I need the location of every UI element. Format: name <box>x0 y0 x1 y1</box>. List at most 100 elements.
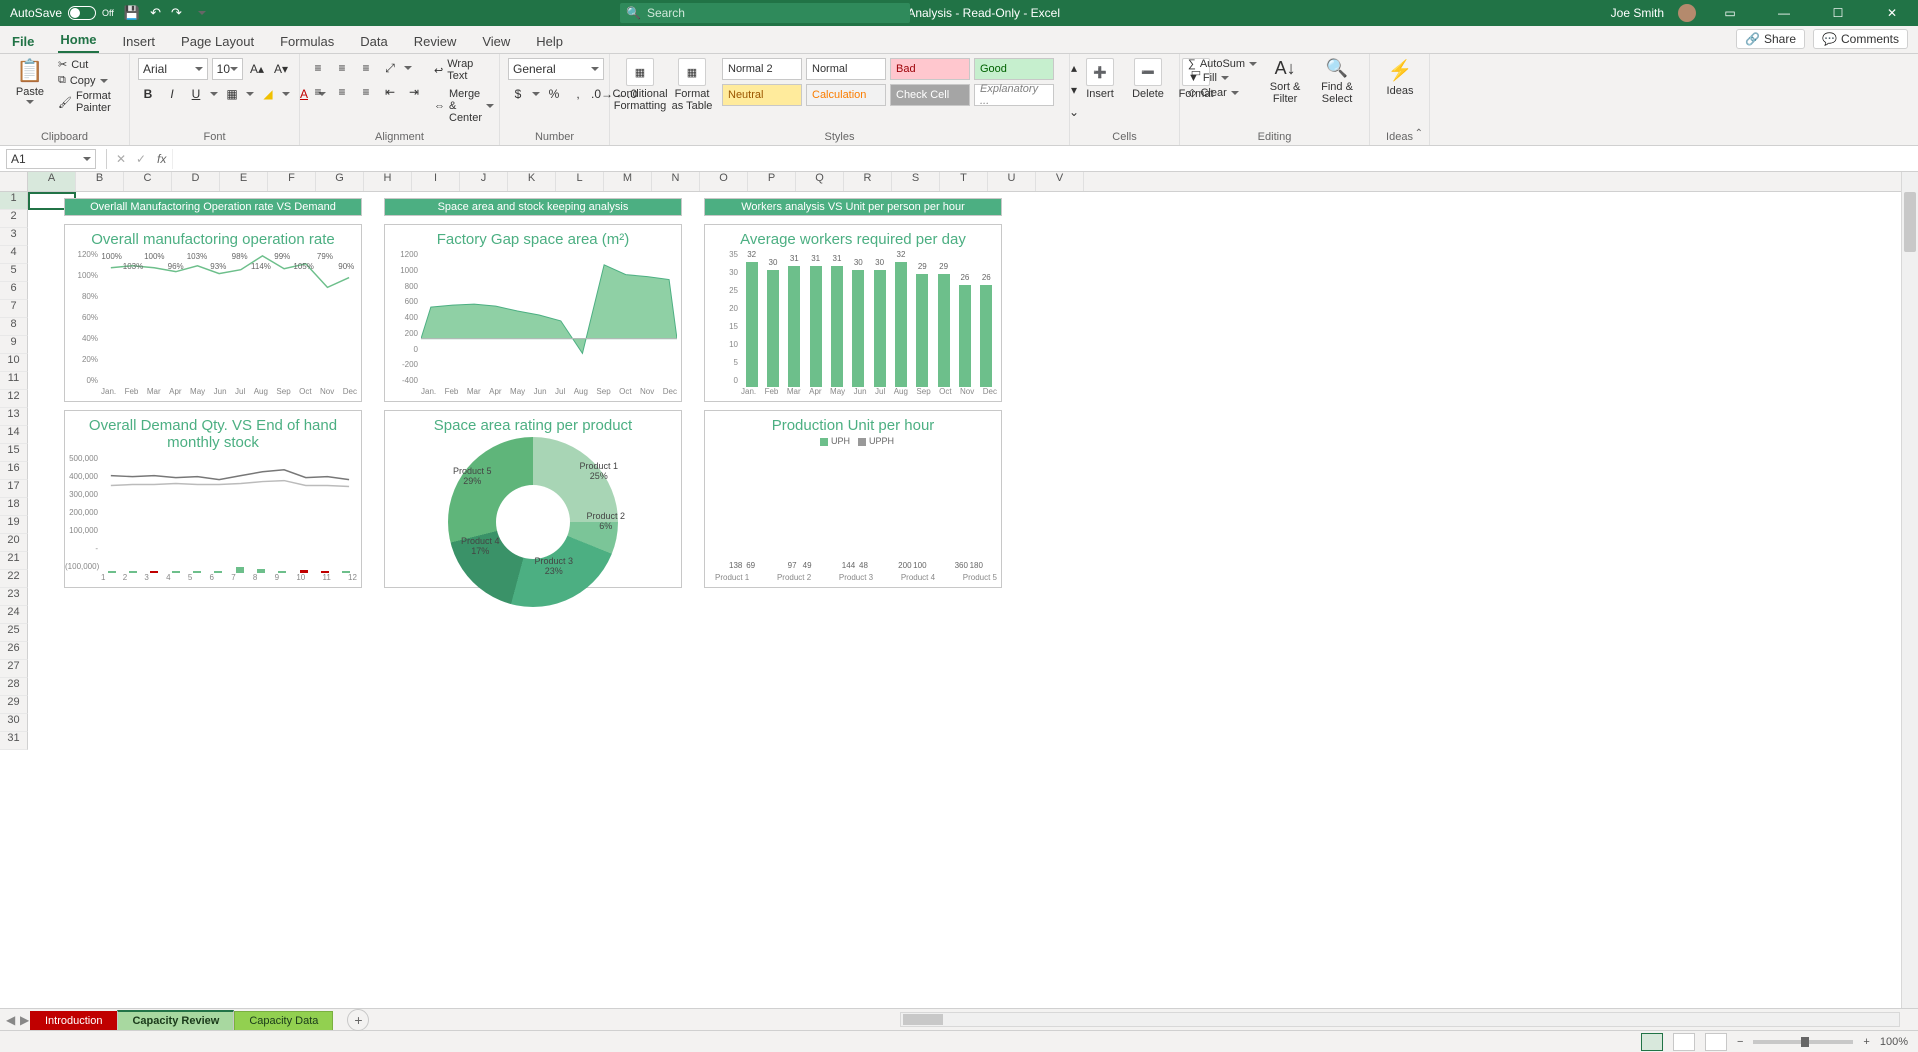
horizontal-scrollbar[interactable] <box>900 1012 1900 1027</box>
increase-decimal-button[interactable]: .0→ <box>592 84 612 104</box>
row-header[interactable]: 12 <box>0 390 28 408</box>
row-header[interactable]: 15 <box>0 444 28 462</box>
vertical-scrollbar[interactable] <box>1901 172 1918 1008</box>
percent-button[interactable]: % <box>544 84 564 104</box>
row-header[interactable]: 24 <box>0 606 28 624</box>
cut-button[interactable]: ✂ Cut <box>58 58 121 71</box>
row-header[interactable]: 21 <box>0 552 28 570</box>
tab-help[interactable]: Help <box>534 30 565 53</box>
tab-insert[interactable]: Insert <box>121 30 158 53</box>
row-header[interactable]: 22 <box>0 570 28 588</box>
column-header[interactable]: M <box>604 172 652 191</box>
column-header[interactable]: J <box>460 172 508 191</box>
row-header[interactable]: 18 <box>0 498 28 516</box>
insert-cells-button[interactable]: ➕Insert <box>1078 58 1122 100</box>
undo-icon[interactable]: ↶ <box>150 5 161 21</box>
normal-view-button[interactable] <box>1641 1033 1663 1051</box>
tab-data[interactable]: Data <box>358 30 389 53</box>
delete-cells-button[interactable]: ➖Delete <box>1126 58 1170 100</box>
column-header[interactable]: V <box>1036 172 1084 191</box>
row-header[interactable]: 13 <box>0 408 28 426</box>
style-checkcell[interactable]: Check Cell <box>890 84 970 106</box>
account-name[interactable]: Joe Smith <box>1611 6 1664 20</box>
row-header[interactable]: 6 <box>0 282 28 300</box>
row-header[interactable]: 30 <box>0 714 28 732</box>
row-header[interactable]: 3 <box>0 228 28 246</box>
column-header[interactable]: S <box>892 172 940 191</box>
chart-demand-eoh[interactable]: Overall Demand Qty. VS End of hand month… <box>64 410 362 588</box>
style-bad[interactable]: Bad <box>890 58 970 80</box>
column-header[interactable]: R <box>844 172 892 191</box>
column-header[interactable]: U <box>988 172 1036 191</box>
customize-qat-icon[interactable] <box>192 3 212 23</box>
zoom-in-button[interactable]: + <box>1863 1036 1869 1048</box>
column-header[interactable]: B <box>76 172 124 191</box>
select-all-corner[interactable] <box>0 172 28 191</box>
row-header[interactable]: 29 <box>0 696 28 714</box>
chevron-down-icon[interactable] <box>210 92 218 96</box>
chevron-down-icon[interactable] <box>282 92 290 96</box>
shrink-font-button[interactable]: A▾ <box>271 59 291 79</box>
sheet-tab-capacity-data[interactable]: Capacity Data <box>234 1011 333 1030</box>
tab-review[interactable]: Review <box>412 30 459 53</box>
wrap-text-button[interactable]: ↩ Wrap Text <box>434 58 494 82</box>
close-icon[interactable]: ✕ <box>1872 0 1912 26</box>
new-sheet-button[interactable]: + <box>347 1009 369 1031</box>
maximize-icon[interactable]: ☐ <box>1818 0 1858 26</box>
sort-filter-button[interactable]: A↓Sort & Filter <box>1263 58 1307 105</box>
sheet-tab-introduction[interactable]: Introduction <box>30 1011 117 1030</box>
chevron-down-icon[interactable] <box>404 66 412 70</box>
minimize-icon[interactable]: — <box>1764 0 1804 26</box>
column-header[interactable]: O <box>700 172 748 191</box>
column-header[interactable]: C <box>124 172 172 191</box>
merge-center-button[interactable]: ⇔ Merge & Center <box>434 88 494 124</box>
orientation-button[interactable]: ⤢ <box>380 58 400 78</box>
page-break-view-button[interactable] <box>1705 1033 1727 1051</box>
paste-button[interactable]: 📋 Paste <box>8 58 52 104</box>
copy-button[interactable]: ⧉ Copy <box>58 74 121 87</box>
row-header[interactable]: 31 <box>0 732 28 750</box>
style-calculation[interactable]: Calculation <box>806 84 886 106</box>
ideas-button[interactable]: ⚡Ideas <box>1378 58 1422 97</box>
chart-space-rating[interactable]: Space area rating per product Product 12… <box>384 410 682 588</box>
align-middle-button[interactable]: ≡ <box>332 58 352 78</box>
chart-workers[interactable]: Average workers required per day 3530252… <box>704 224 1002 402</box>
row-header[interactable]: 23 <box>0 588 28 606</box>
column-header[interactable]: F <box>268 172 316 191</box>
column-header[interactable]: G <box>316 172 364 191</box>
cancel-formula-icon[interactable]: ✕ <box>111 149 131 169</box>
style-explanatory[interactable]: Explanatory ... <box>974 84 1054 106</box>
row-header[interactable]: 9 <box>0 336 28 354</box>
worksheet-grid[interactable]: ABCDEFGHIJKLMNOPQRSTUV 12345678910111213… <box>0 172 1918 1008</box>
fill-button[interactable]: ▼ Fill <box>1188 72 1257 84</box>
ribbon-display-icon[interactable]: ▭ <box>1710 0 1750 26</box>
number-format-combo[interactable]: General <box>508 58 604 80</box>
currency-button[interactable]: $ <box>508 84 528 104</box>
font-name-combo[interactable]: Arial <box>138 58 208 80</box>
collapse-ribbon-icon[interactable]: ⌃ <box>1415 128 1423 139</box>
find-select-button[interactable]: 🔍Find & Select <box>1313 58 1361 105</box>
chart-uph[interactable]: Production Unit per hour UPHUPPH 1386997… <box>704 410 1002 588</box>
row-header[interactable]: 19 <box>0 516 28 534</box>
row-header[interactable]: 8 <box>0 318 28 336</box>
row-header[interactable]: 4 <box>0 246 28 264</box>
row-header[interactable]: 2 <box>0 210 28 228</box>
row-header[interactable]: 28 <box>0 678 28 696</box>
style-normal2[interactable]: Normal 2 <box>722 58 802 80</box>
tab-home[interactable]: Home <box>58 28 98 53</box>
format-painter-button[interactable]: 🖌 Format Painter <box>58 90 121 114</box>
column-header[interactable]: Q <box>796 172 844 191</box>
autosave-toggle[interactable]: AutoSave Off <box>10 6 114 20</box>
avatar[interactable] <box>1678 4 1696 22</box>
fx-icon[interactable]: fx <box>151 152 172 166</box>
grow-font-button[interactable]: A▴ <box>247 59 267 79</box>
column-header[interactable]: I <box>412 172 460 191</box>
row-header[interactable]: 20 <box>0 534 28 552</box>
chevron-down-icon[interactable] <box>246 92 254 96</box>
column-header[interactable]: H <box>364 172 412 191</box>
align-bottom-button[interactable]: ≡ <box>356 58 376 78</box>
zoom-out-button[interactable]: − <box>1737 1036 1743 1048</box>
row-header[interactable]: 11 <box>0 372 28 390</box>
column-header[interactable]: D <box>172 172 220 191</box>
redo-icon[interactable]: ↷ <box>171 5 182 21</box>
